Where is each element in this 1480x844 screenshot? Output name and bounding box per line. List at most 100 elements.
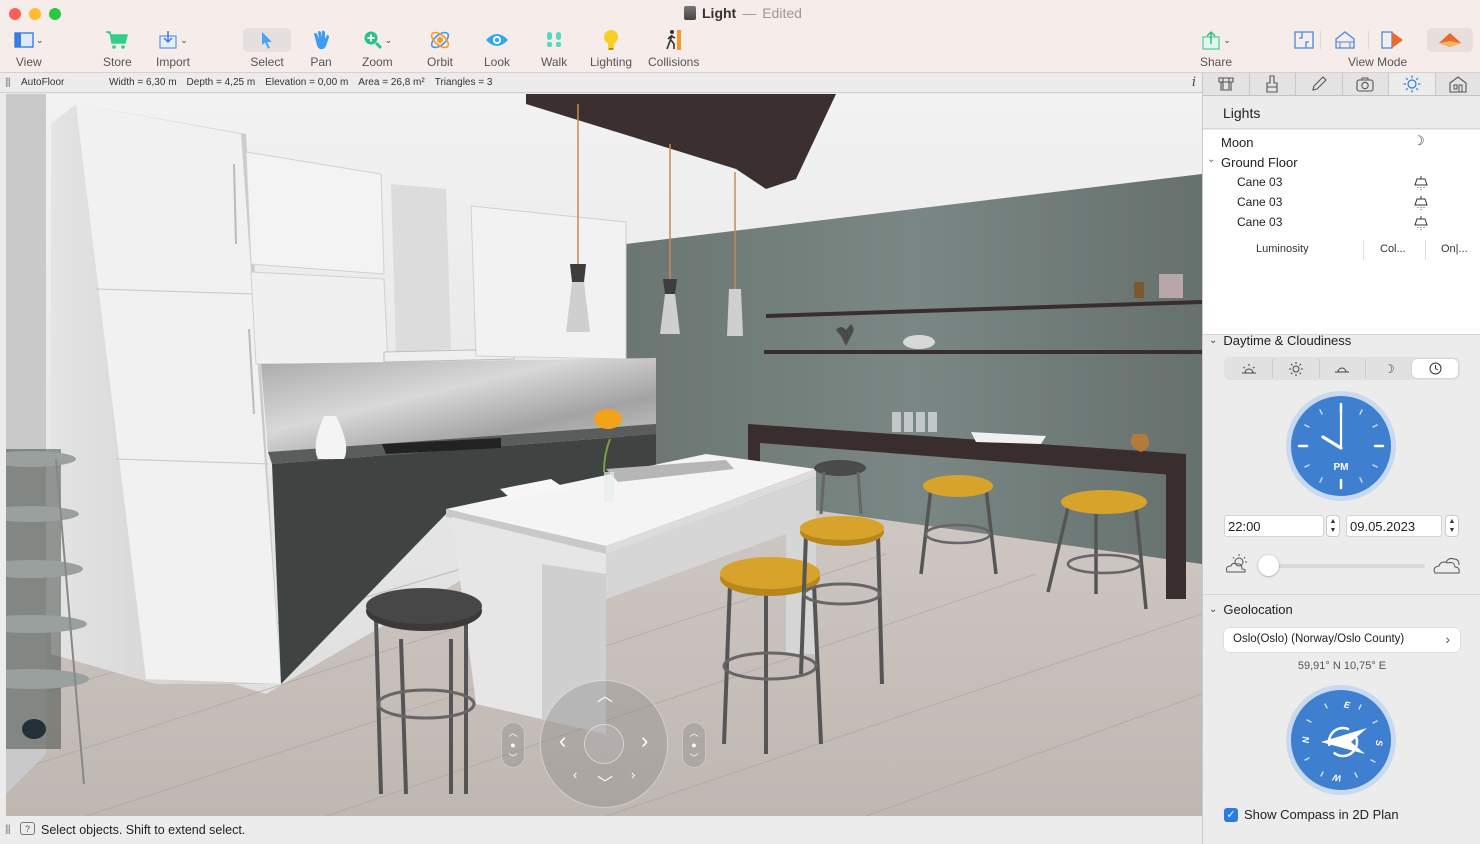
- cloudiness-slider-track[interactable]: [1263, 564, 1425, 568]
- toolbar-select-button[interactable]: Select: [243, 28, 291, 70]
- preset-night[interactable]: ☽: [1366, 359, 1412, 378]
- view-mode-2d-plan[interactable]: [1288, 31, 1321, 49]
- strafe-right-arrow[interactable]: ›: [631, 767, 635, 783]
- chevron-up-icon[interactable]: ︿: [508, 726, 517, 739]
- time-input[interactable]: 22:00: [1224, 515, 1324, 537]
- tab-lights[interactable]: [1389, 73, 1436, 95]
- drag-handle-icon[interactable]: |||: [5, 824, 11, 835]
- strafe-left-arrow[interactable]: ‹: [573, 767, 577, 783]
- preset-noon[interactable]: [1273, 359, 1320, 378]
- hand-icon: [314, 30, 329, 50]
- preset-sunrise[interactable]: [1226, 359, 1273, 378]
- view-mode-3d[interactable]: [1427, 28, 1473, 52]
- location-coordinates: 59,91° N 10,75° E: [1297, 660, 1387, 672]
- moon-icon: ☽: [1413, 133, 1425, 148]
- status-bar: ||| ? Select objects. Shift to extend se…: [0, 816, 1202, 844]
- lights-column-headers: Luminosity Col... On|...: [1203, 240, 1480, 260]
- info-icon[interactable]: i: [1192, 75, 1196, 90]
- elevation-control-right[interactable]: ︿ ● ﹀: [682, 722, 706, 768]
- chevron-up-icon[interactable]: ︿: [689, 726, 698, 739]
- toolbar-lighting-button[interactable]: Lighting: [590, 28, 632, 70]
- chevron-down-icon[interactable]: ⌄: [1207, 154, 1215, 165]
- triangles-readout: Triangles = 3: [434, 77, 493, 88]
- daytime-section-header[interactable]: ⌄ Daytime & Cloudiness: [1209, 333, 1351, 348]
- view-layout-icon: [14, 32, 34, 48]
- zoom-window-button[interactable]: [49, 8, 61, 20]
- tab-building[interactable]: [1436, 73, 1480, 95]
- help-bubble-icon[interactable]: ?: [20, 822, 35, 835]
- light-item-cane-03[interactable]: Cane 03: [1203, 212, 1480, 232]
- close-window-button[interactable]: [9, 8, 21, 20]
- toolbar-view-button[interactable]: ⌄ View: [14, 28, 44, 70]
- pendant-lamp-icon: [1414, 196, 1428, 210]
- light-group-ground-floor[interactable]: ⌄ Ground Floor: [1203, 152, 1480, 172]
- walker-wall-icon: [665, 30, 681, 50]
- toolbar-pan-button[interactable]: Pan: [310, 28, 332, 70]
- date-input[interactable]: 09.05.2023: [1346, 515, 1442, 537]
- chevron-down-icon: ⌄: [384, 34, 393, 45]
- column-color[interactable]: Col...: [1380, 243, 1406, 255]
- tab-materials[interactable]: [1250, 73, 1296, 95]
- lights-list: Moon ☽ ⌄ Ground Floor Cane 03 Cane 03 Ca…: [1203, 130, 1480, 335]
- view-mode-3d-wireframe[interactable]: [1321, 31, 1369, 49]
- joystick-center[interactable]: [584, 724, 624, 764]
- cloudiness-slider-knob[interactable]: [1258, 555, 1279, 576]
- time-of-day-clock[interactable]: PM: [1286, 391, 1396, 501]
- turn-left-arrow[interactable]: ‹: [559, 730, 566, 752]
- tab-edit[interactable]: [1296, 73, 1343, 95]
- column-luminosity[interactable]: Luminosity: [1256, 243, 1309, 255]
- upper-cabinet-3: [470, 205, 627, 360]
- view-mode-split[interactable]: [1369, 31, 1417, 49]
- date-stepper[interactable]: ▲ ▼: [1445, 515, 1459, 537]
- show-compass-checkbox[interactable]: ✓: [1224, 807, 1238, 822]
- compass-dial[interactable]: N E S W: [1286, 685, 1396, 795]
- column-on-off[interactable]: On|...: [1441, 243, 1468, 255]
- preset-custom-time[interactable]: [1412, 359, 1458, 378]
- light-item-moon[interactable]: Moon ☽: [1203, 132, 1480, 152]
- elevation-control-left[interactable]: ︿ ● ﹀: [501, 722, 525, 768]
- inspector-tabs: [1203, 73, 1480, 96]
- chevron-down-icon[interactable]: ﹀: [508, 751, 517, 764]
- document-icon: [684, 6, 696, 20]
- tab-furniture[interactable]: [1203, 73, 1250, 95]
- toolbar-walk-button[interactable]: Walk: [541, 28, 567, 70]
- move-backward-arrow[interactable]: ﹀: [597, 777, 613, 793]
- show-compass-checkbox-row[interactable]: ✓ Show Compass in 2D Plan: [1224, 807, 1399, 822]
- sun-icon: [1288, 361, 1303, 376]
- elevation-readout: Elevation = 0,00 m: [265, 77, 349, 88]
- 3d-viewport[interactable]: ︿ ● ﹀ ︿ ﹀ ‹ › ‹ › ︿ ● ﹀: [6, 94, 1202, 816]
- clock-period-label: PM: [1334, 462, 1349, 473]
- compass-east-label: E: [1343, 700, 1352, 711]
- pencil-icon: [1311, 76, 1327, 91]
- light-item-cane-03[interactable]: Cane 03: [1203, 192, 1480, 212]
- preset-sunset[interactable]: [1320, 359, 1367, 378]
- move-forward-arrow[interactable]: ︿: [597, 689, 613, 705]
- pendant-lamp-icon: [1414, 216, 1428, 230]
- turn-right-arrow[interactable]: ›: [641, 730, 648, 752]
- cursor-arrow-icon: [262, 32, 272, 49]
- window-title: Light — Edited: [684, 5, 802, 21]
- toolbar-import-button[interactable]: ⌄ Import: [156, 28, 190, 70]
- section-divider: [1203, 594, 1480, 595]
- geolocation-section-header[interactable]: ⌄ Geolocation: [1209, 602, 1293, 617]
- chevron-down-icon[interactable]: ﹀: [689, 751, 698, 764]
- toolbar-share-button[interactable]: ⌄ Share: [1200, 28, 1232, 70]
- toolbar-look-button[interactable]: Look: [484, 28, 510, 70]
- tab-camera[interactable]: [1343, 73, 1389, 95]
- toolbar-collisions-button[interactable]: Collisions: [648, 28, 699, 70]
- toolbar-zoom-button[interactable]: ⌄ Zoom: [362, 28, 393, 70]
- toolbar-orbit-button[interactable]: Orbit: [427, 28, 453, 70]
- clock-face: PM: [1297, 402, 1385, 490]
- toolbar-store-button[interactable]: Store: [103, 28, 132, 70]
- chevron-down-icon: ⌄: [1209, 604, 1218, 615]
- location-picker-button[interactable]: Oslo(Oslo) (Norway/Oslo County) ›: [1224, 628, 1460, 652]
- width-readout: Width = 6,30 m: [109, 77, 177, 88]
- time-stepper[interactable]: ▲ ▼: [1326, 515, 1340, 537]
- compass-north-label: N: [1301, 736, 1311, 743]
- sunset-icon: [1335, 367, 1350, 372]
- minimize-window-button[interactable]: [29, 8, 41, 20]
- navigation-joystick[interactable]: ︿ ﹀ ‹ › ‹ ›: [540, 680, 668, 808]
- drag-handle-icon[interactable]: |||: [5, 77, 11, 88]
- cart-icon: [106, 31, 129, 49]
- light-item-cane-03[interactable]: Cane 03: [1203, 172, 1480, 192]
